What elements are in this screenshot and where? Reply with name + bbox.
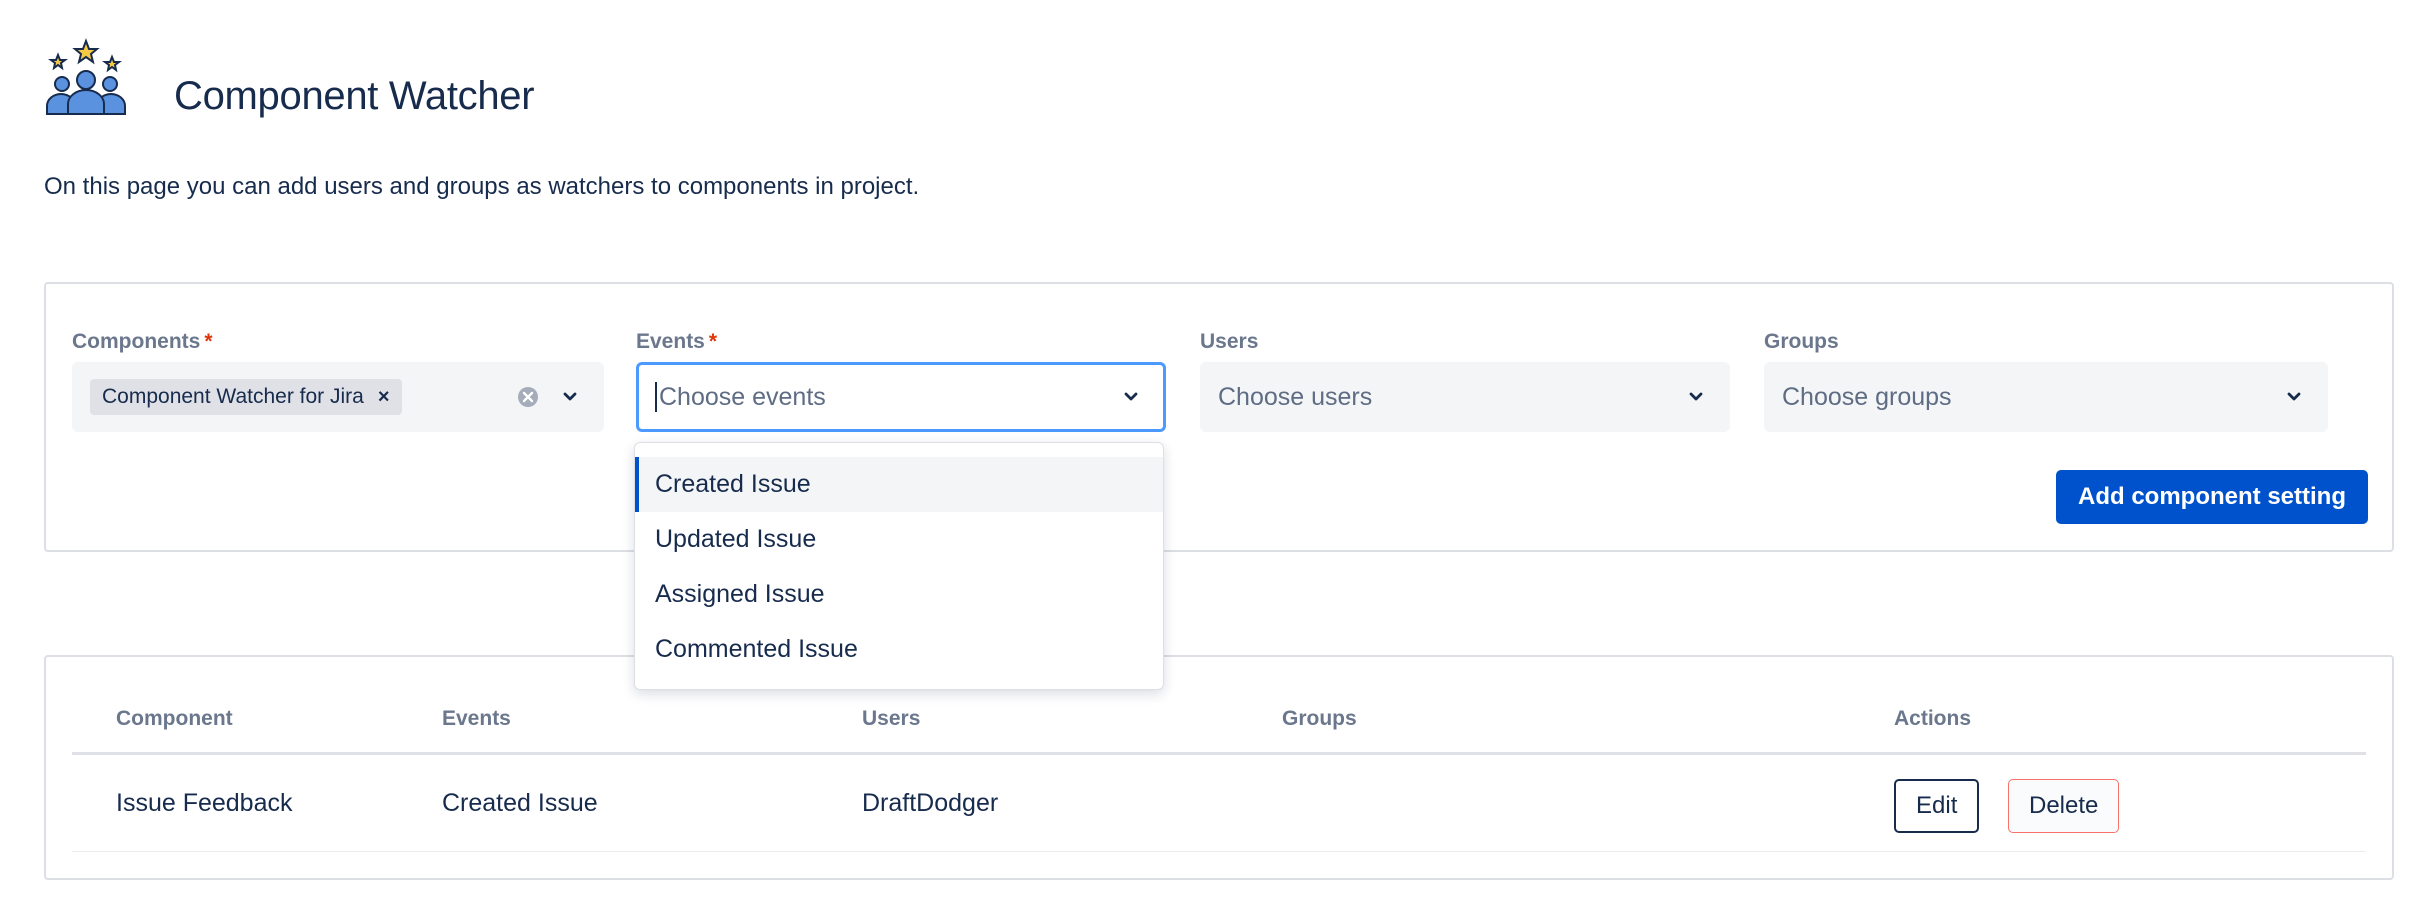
table-row-divider: [72, 851, 2366, 852]
required-marker: *: [708, 330, 718, 353]
page-description: On this page you can add users and group…: [44, 173, 920, 200]
add-component-setting-button[interactable]: Add component setting: [2056, 470, 2368, 524]
dropdown-option[interactable]: Commented Issue: [635, 622, 1163, 677]
page-header: Component Watcher: [44, 38, 535, 122]
chevron-down-icon[interactable]: [2284, 387, 2304, 407]
table-header-divider: [72, 752, 2366, 755]
column-header-component: Component: [116, 707, 233, 730]
chevron-down-icon[interactable]: [1121, 387, 1141, 407]
events-label-text: Events: [636, 330, 705, 353]
events-label: Events *: [636, 330, 717, 354]
users-placeholder: Choose users: [1218, 382, 1373, 411]
dropdown-option[interactable]: Created Issue: [635, 457, 1163, 512]
edit-button[interactable]: Edit: [1894, 779, 1980, 833]
tag-remove-icon[interactable]: ×: [378, 386, 390, 409]
dropdown-option[interactable]: Assigned Issue: [635, 567, 1163, 622]
cell-component: Issue Feedback: [116, 789, 293, 817]
dropdown-option[interactable]: Updated Issue: [635, 512, 1163, 567]
clear-icon[interactable]: [516, 385, 540, 409]
watchers-with-stars-icon: [46, 38, 126, 115]
groups-select[interactable]: Choose groups: [1764, 362, 2328, 432]
component-settings-table: Component Events Users Groups Actions Is…: [44, 655, 2394, 880]
text-cursor: [655, 382, 657, 412]
component-setting-form: Components * Component Watcher for Jira ×…: [44, 282, 2394, 552]
groups-label: Groups: [1764, 330, 1839, 353]
chevron-down-icon[interactable]: [560, 387, 580, 407]
components-select[interactable]: Component Watcher for Jira ×: [72, 362, 604, 432]
selected-component-tag-label: Component Watcher for Jira: [102, 385, 364, 408]
delete-button[interactable]: Delete: [2008, 779, 2120, 833]
column-header-users: Users: [862, 707, 921, 730]
required-marker: *: [204, 330, 213, 353]
cell-users: DraftDodger: [862, 789, 999, 817]
users-select[interactable]: Choose users: [1200, 362, 1730, 432]
components-label-text: Components: [72, 330, 201, 353]
events-select[interactable]: Choose events: [636, 362, 1166, 432]
events-placeholder: Choose events: [659, 382, 826, 411]
events-dropdown-menu: Created Issue Updated Issue Assigned Iss…: [634, 442, 1164, 690]
page-title: Component Watcher: [174, 74, 535, 118]
groups-placeholder: Choose groups: [1782, 382, 1952, 411]
components-label: Components *: [72, 330, 213, 354]
column-header-groups: Groups: [1282, 707, 1357, 730]
cell-events: Created Issue: [442, 789, 598, 817]
selected-component-tag: Component Watcher for Jira ×: [90, 379, 402, 415]
chevron-down-icon[interactable]: [1686, 387, 1706, 407]
column-header-events: Events: [442, 707, 511, 730]
users-label: Users: [1200, 330, 1259, 353]
column-header-actions: Actions: [1894, 707, 1972, 730]
